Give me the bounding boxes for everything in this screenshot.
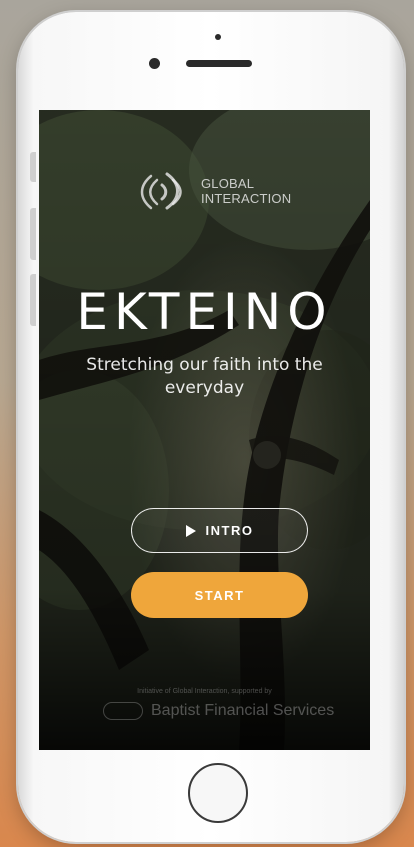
footer-credit: Initiative of Global Interaction, suppor… <box>137 688 272 695</box>
brand-line-1: GLOBAL <box>201 176 255 191</box>
proximity-sensor <box>215 34 221 40</box>
sponsor-brand: Baptist Financial Services <box>103 702 334 720</box>
app-tagline: Stretching our faith into the everyday <box>86 355 323 398</box>
start-button-label: START <box>194 587 245 603</box>
intro-button[interactable]: INTRO <box>131 508 308 553</box>
mute-switch <box>30 152 36 182</box>
start-button[interactable]: START <box>131 572 308 618</box>
brand-line-2: INTERACTION <box>201 191 292 206</box>
app-title: EKTEINO <box>76 283 333 341</box>
sponsor-name: Baptist Financial Services <box>151 702 335 719</box>
brand-name: GLOBAL INTERACTION <box>201 176 291 206</box>
global-interaction-brand: GLOBAL INTERACTION <box>137 168 291 214</box>
volume-down-button <box>30 274 36 326</box>
sponsor-logo-icon <box>103 702 143 720</box>
intro-button-label: INTRO <box>205 523 254 538</box>
app-screen: GLOBAL INTERACTION EKTEINO Stretching ou… <box>39 110 370 750</box>
play-icon <box>185 524 196 537</box>
volume-up-button <box>30 208 36 260</box>
sound-waves-logo-icon <box>140 172 182 210</box>
front-camera <box>149 58 160 69</box>
home-button[interactable] <box>188 763 248 823</box>
earpiece-speaker <box>186 60 252 67</box>
